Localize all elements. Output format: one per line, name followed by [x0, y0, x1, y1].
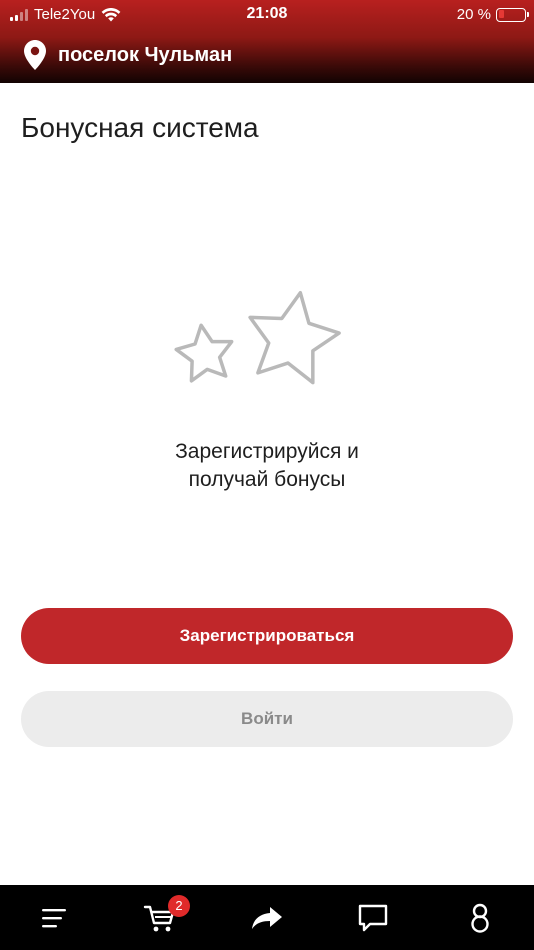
login-button[interactable]: Войти [21, 691, 513, 747]
app-header: Tele2You 21:08 20 % поселок Чульман [0, 0, 534, 83]
promo-text: Зарегистрируйся и получай бонусы [0, 438, 534, 494]
tab-share[interactable] [237, 885, 297, 950]
tab-chat[interactable] [343, 885, 403, 950]
promo-line-2: получай бонусы [188, 468, 346, 491]
page-title: Бонусная система [21, 112, 259, 143]
battery-level [498, 10, 504, 18]
battery-percent: 20 % [456, 6, 491, 23]
menu-icon [42, 908, 66, 927]
location-selector[interactable]: поселок Чульман [24, 40, 232, 70]
status-right: 20 % [456, 6, 529, 23]
location-pin-icon [24, 40, 46, 70]
promo-line-1: Зарегистрируйся и [175, 440, 359, 463]
tab-menu[interactable] [23, 885, 83, 950]
share-icon [252, 906, 282, 929]
cart-count-badge: 2 [168, 895, 190, 917]
tab-cart[interactable]: 2 [130, 885, 190, 950]
status-bar: Tele2You 21:08 20 % [0, 0, 534, 30]
location-name: поселок Чульман [58, 43, 233, 66]
register-button[interactable]: Зарегистрироваться [21, 608, 513, 664]
chat-icon [358, 904, 388, 931]
profile-icon [471, 903, 489, 933]
stars-icon [174, 290, 341, 385]
tab-profile[interactable] [450, 885, 510, 950]
bottom-tab-bar: 2 [0, 885, 534, 950]
battery-icon [496, 7, 529, 22]
status-time: 21:08 [246, 5, 288, 22]
